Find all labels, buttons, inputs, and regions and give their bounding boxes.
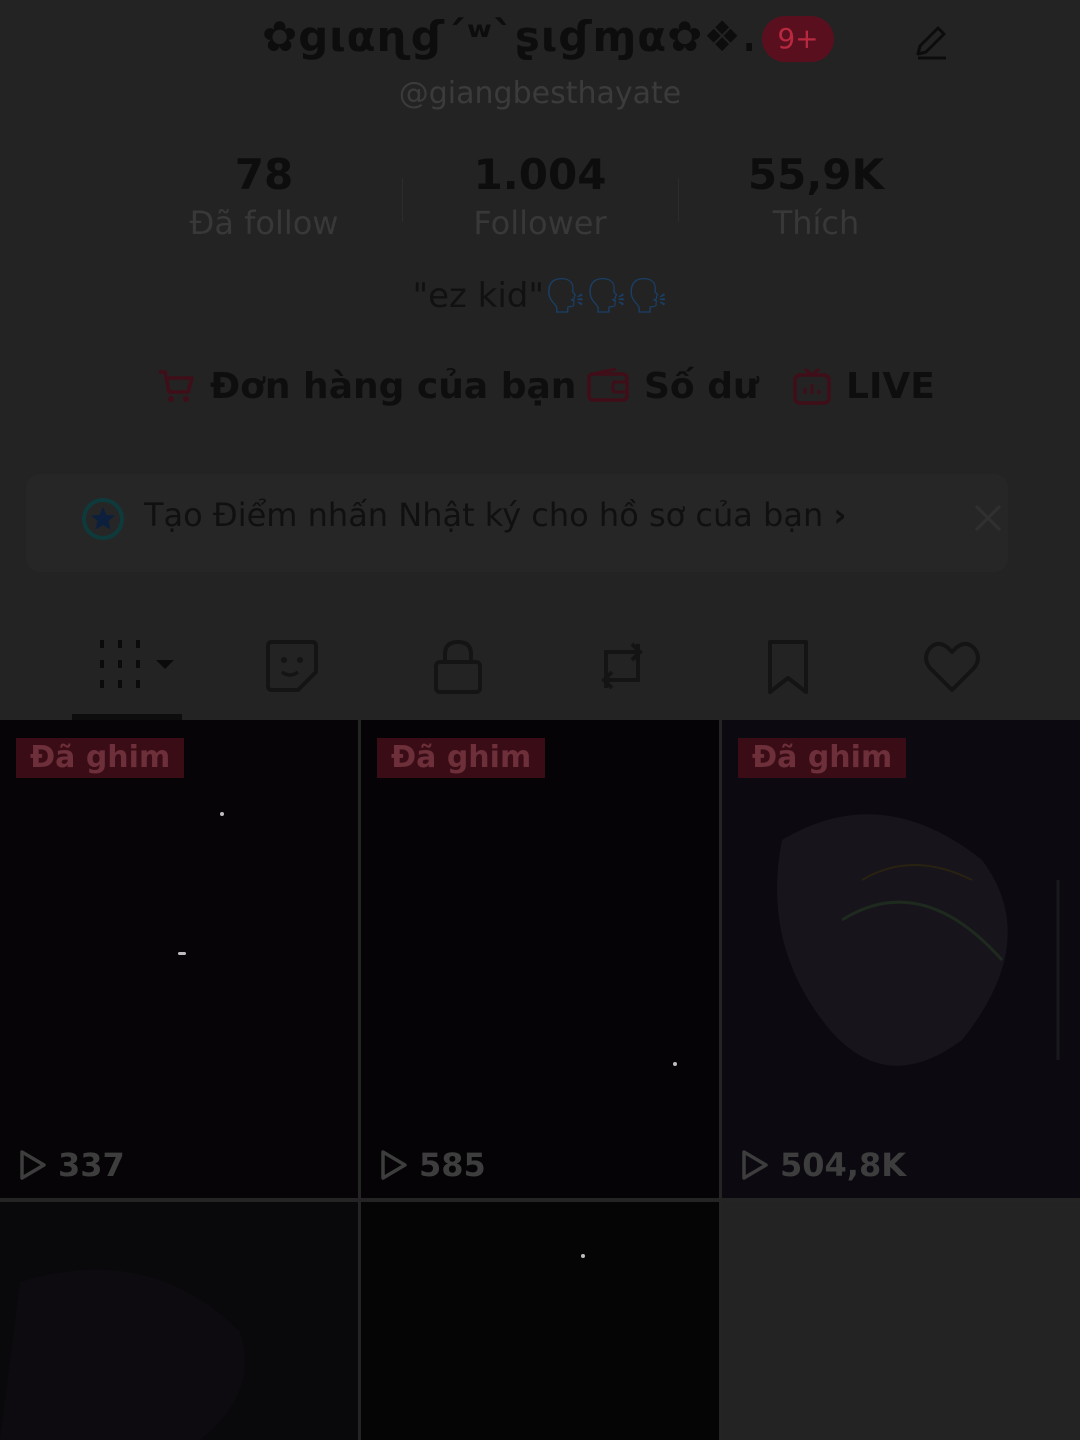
lock-icon[interactable]	[428, 636, 492, 696]
likes-label: Thích	[772, 204, 860, 242]
highlight-banner[interactable]: Tạo Điểm nhấn Nhật ký cho hồ sơ của bạn …	[26, 474, 1008, 572]
live-link[interactable]: LIVE	[792, 360, 935, 412]
profile-tabs	[0, 620, 1080, 720]
following-label: Đã follow	[189, 204, 339, 242]
video-thumbnail[interactable]	[0, 1202, 358, 1440]
following-count: 78	[234, 150, 294, 199]
live-tv-icon	[793, 367, 831, 405]
bookmark-icon[interactable]	[758, 636, 822, 696]
close-icon[interactable]	[970, 500, 1006, 536]
username-handle: @giangbesthayate	[398, 76, 682, 111]
thumbnail-art	[0, 1269, 245, 1440]
orders-link[interactable]: Đơn hàng của bạn	[156, 360, 576, 412]
orders-label: Đơn hàng của bạn	[210, 365, 577, 407]
wallet-icon	[587, 367, 629, 402]
video-grid: Đã ghim 337 Đã ghim 585 Đã ghim 504,8K	[0, 720, 1080, 1440]
video-thumbnail[interactable]: Đã ghim 337	[0, 720, 358, 1198]
balance-link[interactable]: Số dư	[586, 360, 759, 412]
repost-icon[interactable]	[592, 636, 656, 696]
play-icon	[20, 1150, 46, 1180]
view-count: 585	[379, 1146, 486, 1184]
stat-following[interactable]: 78 Đã follow	[134, 150, 394, 242]
followers-label: Follower	[473, 204, 607, 242]
bio-emoji: 🗣🗣🗣	[544, 276, 669, 316]
chevron-right-icon: ›	[833, 496, 847, 534]
balance-label: Số dư	[644, 365, 759, 407]
pinned-badge: Đã ghim	[377, 738, 546, 778]
live-label: LIVE	[846, 365, 935, 407]
stat-divider	[402, 178, 403, 222]
thumbnail-art	[777, 814, 1060, 1066]
play-icon	[742, 1150, 768, 1180]
star-badge-icon	[80, 496, 126, 542]
video-thumbnail[interactable]	[361, 1202, 719, 1440]
edit-pencil-icon[interactable]	[910, 20, 952, 62]
likes-count: 55,9K	[747, 150, 885, 199]
stat-likes[interactable]: 55,9K Thích	[686, 150, 946, 242]
bio-text: "ez kid"	[412, 276, 545, 316]
video-thumbnail[interactable]: Đã ghim 585	[361, 720, 719, 1198]
empty-grid-slot	[722, 1202, 1080, 1440]
pinned-badge: Đã ghim	[16, 738, 185, 778]
cart-icon	[159, 370, 194, 402]
display-name[interactable]: ✿gιαɳɠ´ʷ`ʂιɠɱα✿❖...	[262, 12, 752, 70]
followers-count: 1.004	[473, 150, 607, 199]
view-count: 337	[18, 1146, 125, 1184]
notification-badge[interactable]: 9+	[762, 16, 834, 62]
videos-grid-icon[interactable]	[96, 636, 180, 696]
bio[interactable]: "ez kid"🗣🗣🗣	[0, 276, 1080, 316]
stat-divider	[678, 178, 679, 222]
sticker-icon[interactable]	[262, 636, 326, 696]
profile-header: ✿gιαɳɠ´ʷ`ʂιɠɱα✿❖... 9+ @giangbesthayate …	[0, 0, 1080, 720]
view-count: 504,8K	[740, 1146, 906, 1184]
play-icon	[381, 1150, 407, 1180]
stat-followers[interactable]: 1.004 Follower	[410, 150, 670, 242]
video-thumbnail[interactable]: Đã ghim 504,8K	[722, 720, 1080, 1198]
top-bar: ✿gιαɳɠ´ʷ`ʂιɠɱα✿❖... 9+	[0, 0, 1080, 80]
banner-text: Tạo Điểm nhấn Nhật ký cho hồ sơ của bạn …	[144, 496, 847, 534]
heart-icon[interactable]	[922, 636, 986, 696]
